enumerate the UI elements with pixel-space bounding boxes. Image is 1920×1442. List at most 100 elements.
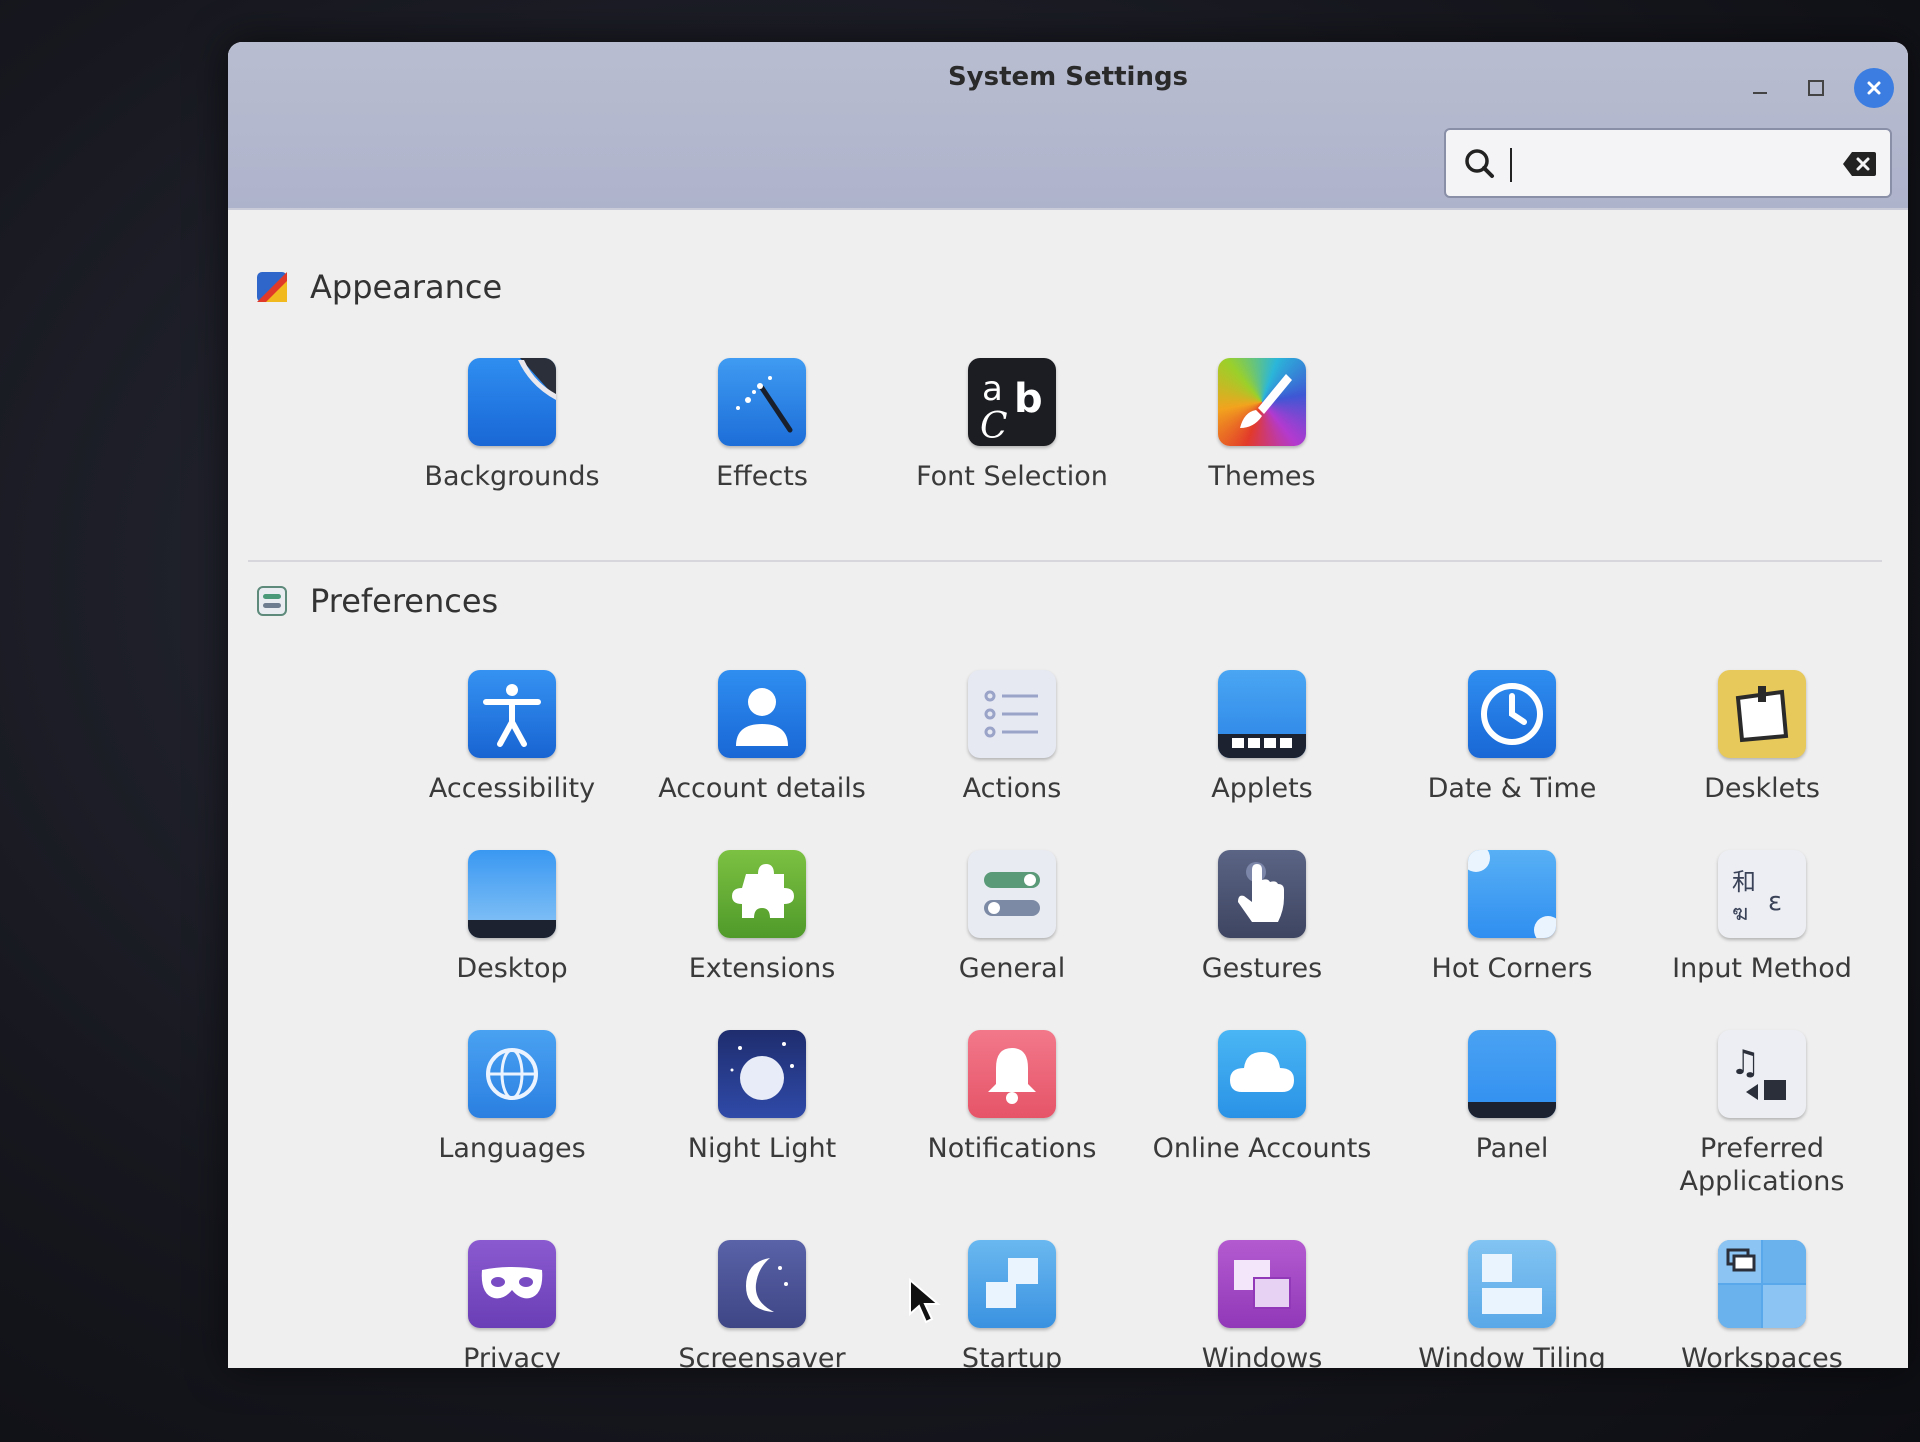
item-backgrounds[interactable]: Backgrounds — [402, 358, 622, 493]
item-extensions[interactable]: Extensions — [652, 850, 872, 985]
appearance-section-icon — [257, 272, 287, 302]
item-general[interactable]: General — [902, 850, 1122, 985]
preferred-applications-icon: ♫ — [1718, 1030, 1806, 1118]
input-method-icon: 和ฆε — [1718, 850, 1806, 938]
extensions-icon — [718, 850, 806, 938]
item-label: Desktop — [456, 953, 568, 984]
account-details-icon — [718, 670, 806, 758]
item-label: Extensions — [688, 953, 836, 984]
svg-text:ฆ: ฆ — [1732, 901, 1748, 926]
item-desklets[interactable]: Desklets — [1652, 670, 1872, 805]
item-night-light[interactable]: Night Light — [652, 1030, 872, 1165]
item-languages[interactable]: Languages — [402, 1030, 622, 1165]
item-label: Panel — [1475, 1133, 1549, 1164]
night-light-icon — [718, 1030, 806, 1118]
svg-text:C: C — [980, 406, 1008, 446]
font-selection-icon: abC — [968, 358, 1056, 446]
item-label: Night Light — [687, 1133, 837, 1164]
item-date-time[interactable]: Date & Time — [1402, 670, 1622, 805]
item-preferred-applications[interactable]: ♫ Preferred Applications — [1652, 1030, 1872, 1198]
actions-icon — [968, 670, 1056, 758]
item-label: Windows — [1201, 1343, 1323, 1368]
clear-search-icon[interactable] — [1842, 150, 1878, 178]
search-input[interactable] — [1518, 140, 1822, 190]
windows-icon — [1218, 1240, 1306, 1328]
item-accessibility[interactable]: Accessibility — [402, 670, 622, 805]
desklets-icon — [1718, 670, 1806, 758]
item-label: General — [958, 953, 1066, 984]
item-privacy[interactable]: Privacy — [402, 1240, 622, 1368]
effects-icon — [718, 358, 806, 446]
item-font-selection[interactable]: abC Font Selection — [902, 358, 1122, 493]
item-windows[interactable]: Windows — [1152, 1240, 1372, 1368]
item-label: Backgrounds — [424, 461, 600, 492]
mouse-cursor-icon — [909, 1278, 941, 1324]
item-label: Languages — [438, 1133, 586, 1164]
item-effects[interactable]: Effects — [652, 358, 872, 493]
maximize-button[interactable] — [1798, 70, 1834, 106]
item-online-accounts[interactable]: Online Accounts — [1152, 1030, 1372, 1165]
item-label: Workspaces — [1681, 1343, 1843, 1368]
item-account-details[interactable]: Account details — [652, 670, 872, 805]
item-label: Account details — [658, 773, 866, 804]
section-divider — [248, 560, 1882, 562]
backgrounds-icon — [468, 358, 556, 446]
window-tiling-icon — [1468, 1240, 1556, 1328]
svg-text:ε: ε — [1768, 887, 1782, 917]
item-label: Screensaver — [678, 1343, 846, 1368]
item-label: Online Accounts — [1152, 1133, 1372, 1164]
close-button[interactable] — [1854, 68, 1894, 108]
svg-text:和: 和 — [1732, 868, 1756, 896]
workspaces-icon — [1718, 1240, 1806, 1328]
close-icon — [1867, 81, 1881, 95]
window-title: System Settings — [947, 62, 1189, 92]
item-label: Startup Applications — [961, 1343, 1063, 1368]
item-label: Font Selection — [916, 461, 1108, 492]
applets-icon — [1218, 670, 1306, 758]
settings-content: Appearance Backgrounds Effects abC Font … — [228, 210, 1908, 1368]
section-title: Preferences — [310, 582, 499, 620]
preferences-section-icon — [257, 586, 287, 616]
item-label: Accessibility — [428, 773, 596, 804]
startup-applications-icon — [968, 1240, 1056, 1328]
item-input-method[interactable]: 和ฆε Input Method — [1652, 850, 1872, 985]
search-icon — [1465, 149, 1494, 178]
svg-text:a: a — [982, 369, 1003, 409]
minimize-icon — [1753, 92, 1767, 94]
maximize-icon — [1808, 80, 1824, 96]
section-header-preferences: Preferences — [256, 582, 498, 620]
item-panel[interactable]: Panel — [1402, 1030, 1622, 1165]
item-label: Date & Time — [1427, 773, 1597, 804]
themes-icon — [1218, 358, 1306, 446]
accessibility-icon — [468, 670, 556, 758]
item-themes[interactable]: Themes — [1152, 358, 1372, 493]
item-gestures[interactable]: Gestures — [1152, 850, 1372, 985]
item-desktop[interactable]: Desktop — [402, 850, 622, 985]
item-hot-corners[interactable]: Hot Corners — [1402, 850, 1622, 985]
section-header-appearance: Appearance — [256, 268, 502, 306]
item-label: Gestures — [1201, 953, 1323, 984]
privacy-icon — [468, 1240, 556, 1328]
item-label: Actions — [962, 773, 1062, 804]
item-label: Themes — [1208, 461, 1316, 492]
svg-text:b: b — [1014, 376, 1043, 422]
desktop-icon — [468, 850, 556, 938]
item-workspaces[interactable]: Workspaces — [1652, 1240, 1872, 1368]
item-window-tiling[interactable]: Window Tiling — [1402, 1240, 1622, 1368]
languages-icon — [468, 1030, 556, 1118]
settings-window: System Settings Appearance Backgrounds E… — [228, 42, 1908, 1368]
online-accounts-icon — [1218, 1030, 1306, 1118]
title-bar: System Settings — [228, 42, 1908, 210]
item-notifications[interactable]: Notifications — [902, 1030, 1122, 1165]
item-label: Applets — [1211, 773, 1313, 804]
svg-text:♫: ♫ — [1730, 1043, 1760, 1083]
general-icon — [968, 850, 1056, 938]
section-title: Appearance — [310, 268, 503, 306]
hot-corners-icon — [1468, 850, 1556, 938]
item-label: Input Method — [1672, 953, 1852, 984]
minimize-button[interactable] — [1742, 70, 1778, 106]
search-box[interactable] — [1444, 128, 1892, 198]
item-actions[interactable]: Actions — [902, 670, 1122, 805]
item-screensaver[interactable]: Screensaver — [652, 1240, 872, 1368]
item-applets[interactable]: Applets — [1152, 670, 1372, 805]
